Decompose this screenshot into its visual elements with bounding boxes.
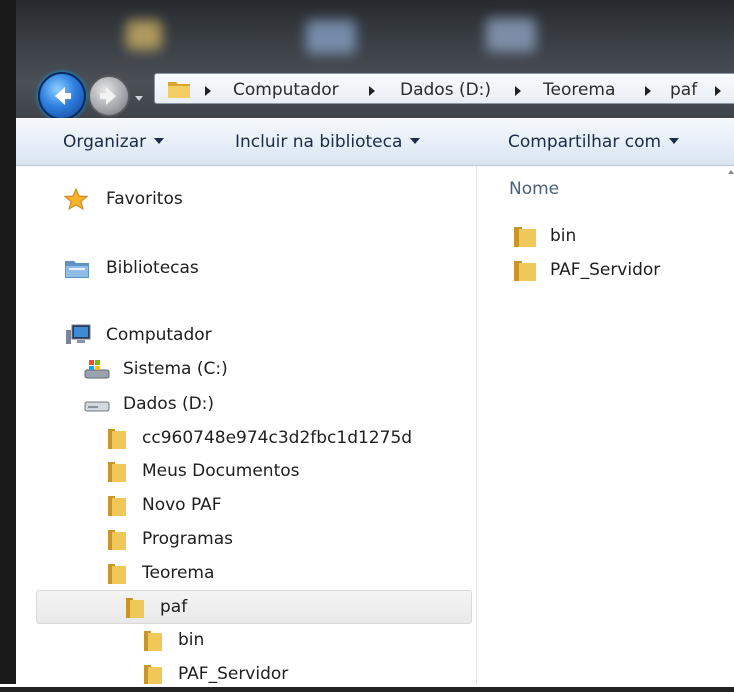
nav-item-label: bin: [178, 630, 205, 650]
include-library-menu-button[interactable]: Incluir na biblioteca: [235, 132, 421, 152]
blurred-desktop-icon: [486, 18, 536, 52]
nav-item-label: Computador: [106, 325, 212, 345]
breadcrumb-paf[interactable]: paf: [670, 80, 697, 100]
folder-icon: [108, 564, 126, 584]
computer-icon: [66, 324, 91, 344]
sort-arrow-icon: [728, 170, 734, 174]
nav-item-label: Favoritos: [106, 189, 183, 209]
include-library-label: Incluir na biblioteca: [235, 132, 403, 152]
file-item-label: bin: [550, 226, 577, 246]
nav-item-label: PAF_Servidor: [178, 664, 289, 684]
folder-icon: [126, 598, 144, 618]
pane-splitter[interactable]: [476, 166, 477, 684]
folder-icon: [108, 530, 126, 550]
command-bar: Organizar Incluir na biblioteca Comparti…: [16, 118, 734, 166]
nav-item-label: Bibliotecas: [106, 258, 199, 278]
folder-icon: [108, 462, 126, 482]
drive-c-icon: [84, 360, 110, 379]
window-frame-bottom: [0, 684, 734, 695]
back-button[interactable]: [38, 72, 86, 120]
chevron-down-icon: [154, 138, 165, 144]
folder-icon: [514, 227, 536, 247]
nav-item-label: cc960748e974c3d2fbc1d1275d: [142, 428, 413, 448]
blurred-desktop-icon: [126, 20, 162, 50]
column-header-name[interactable]: Nome: [509, 179, 559, 199]
nav-item-label: Teorema: [142, 563, 215, 583]
breadcrumb-teorema[interactable]: Teorema: [543, 80, 615, 100]
back-arrow-icon: [55, 87, 71, 105]
share-with-label: Compartilhar com: [508, 132, 662, 152]
organize-label: Organizar: [63, 132, 147, 152]
breadcrumb-separator[interactable]: [645, 86, 651, 96]
selected-item-highlight: [36, 590, 472, 624]
folder-icon: [168, 82, 190, 98]
star-icon: [64, 188, 88, 210]
nav-item-label: Meus Documentos: [142, 461, 300, 481]
breadcrumb-dados-d[interactable]: Dados (D:): [400, 80, 491, 100]
breadcrumb-separator[interactable]: [515, 86, 521, 96]
breadcrumb-separator[interactable]: [369, 86, 375, 96]
folder-icon: [108, 496, 126, 516]
address-bar[interactable]: Computador Dados (D:) Teorema paf: [154, 73, 734, 104]
nav-item-label: Dados (D:): [123, 394, 215, 414]
blurred-desktop-icon: [306, 20, 356, 54]
folder-icon: [108, 429, 126, 449]
breadcrumb-computador[interactable]: Computador: [233, 80, 339, 100]
chevron-down-icon: [410, 138, 421, 144]
nav-item-label: Programas: [142, 529, 234, 549]
folder-icon: [144, 631, 162, 651]
share-with-menu-button[interactable]: Compartilhar com: [508, 132, 680, 152]
file-item-label: PAF_Servidor: [550, 260, 661, 280]
recent-locations-dropdown[interactable]: [134, 88, 144, 101]
chevron-down-icon: [135, 96, 143, 101]
folder-icon: [514, 261, 536, 281]
library-icon: [65, 261, 89, 278]
nav-item-label: paf: [160, 597, 188, 617]
drive-d-icon: [84, 401, 110, 412]
forward-button[interactable]: [88, 75, 130, 117]
forward-arrow-icon: [100, 87, 116, 105]
breadcrumb-separator[interactable]: [715, 86, 721, 96]
nav-item-label: Novo PAF: [142, 495, 222, 515]
nav-item-label: Sistema (C:): [123, 359, 228, 379]
organize-menu-button[interactable]: Organizar: [63, 132, 165, 152]
window-frame-left: [0, 0, 16, 695]
chevron-down-icon: [669, 138, 680, 144]
explorer-window: Computador Dados (D:) Teorema paf Organi…: [0, 0, 734, 695]
breadcrumb-separator[interactable]: [205, 86, 211, 96]
